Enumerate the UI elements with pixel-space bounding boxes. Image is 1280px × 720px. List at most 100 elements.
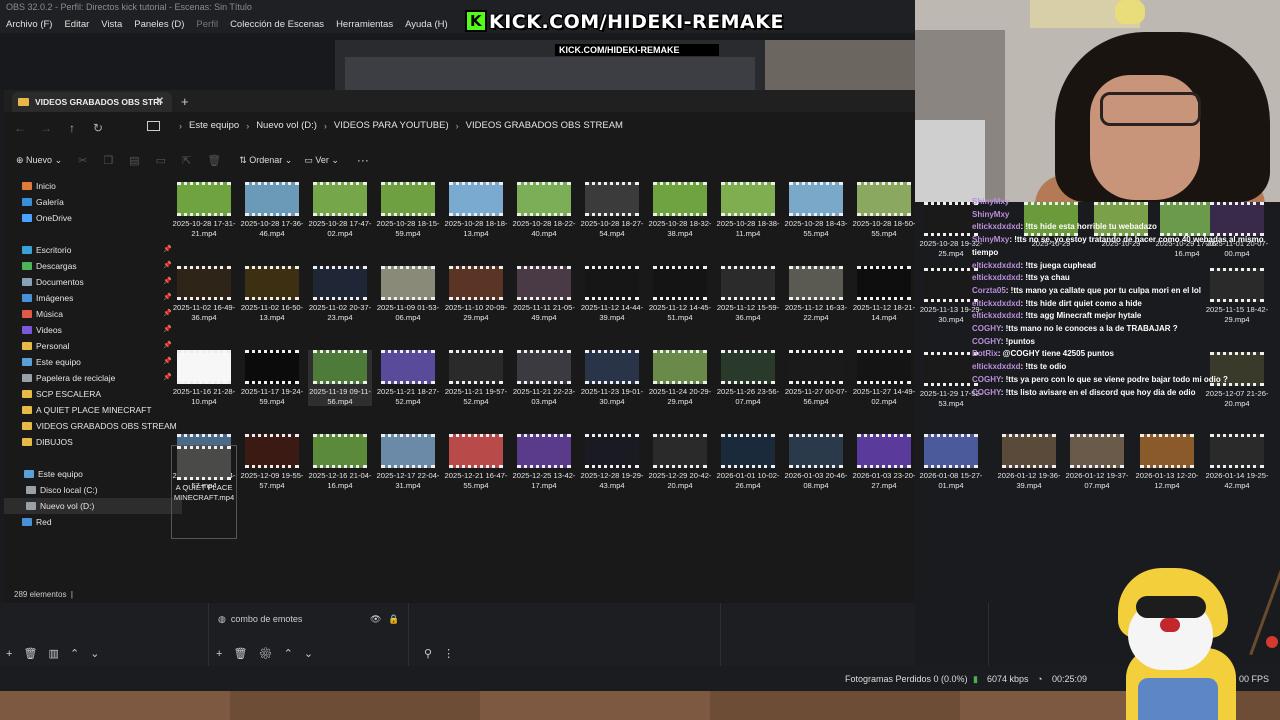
video-file[interactable]: 2025-11-12 14-45-51.mp4 <box>648 266 712 322</box>
video-file[interactable]: A QUIET PLACE MINECRAFT.mp4 <box>171 445 237 539</box>
menu-ayuda[interactable]: Ayuda (H) <box>405 19 448 30</box>
video-file[interactable]: 2025-11-09 01-53-06.mp4 <box>376 266 440 322</box>
video-file[interactable]: 2026-01-13 12-20-12.mp4 <box>1135 434 1199 490</box>
menu-editar[interactable]: Editar <box>64 19 89 30</box>
sidebar-item[interactable]: A QUIET PLACE MINECRAFT <box>4 402 178 418</box>
sidebar-item[interactable]: Este equipo <box>4 466 180 482</box>
explorer-tab[interactable]: VIDEOS GRABADOS OBS STRI ✕ <box>12 92 172 112</box>
video-file[interactable]: 2025-11-26 23-56-07.mp4 <box>716 350 780 406</box>
video-file[interactable]: 2026-01-03 23-20-27.mp4 <box>852 434 916 490</box>
lock-icon[interactable]: 🔒 <box>388 614 399 625</box>
menu-perfil[interactable]: Perfil <box>196 19 218 30</box>
breadcrumb-current-folder[interactable]: VIDEOS GRABADOS OBS STREAM <box>466 120 623 131</box>
video-file[interactable]: 2025-12-16 21-04-16.mp4 <box>308 434 372 490</box>
add-icon[interactable]: + <box>6 648 12 660</box>
new-button[interactable]: ⊕ Nuevo ⌄ <box>16 155 62 166</box>
sidebar-item[interactable]: Red <box>4 514 178 530</box>
video-file[interactable]: 2025-11-21 22-23-03.mp4 <box>512 350 576 406</box>
trash-icon[interactable]: 🗑 <box>234 648 248 660</box>
video-file[interactable]: 2025-12-09 19-55-57.mp4 <box>240 434 304 490</box>
sidebar-item[interactable]: Galería <box>4 194 178 210</box>
video-file[interactable]: 2026-01-01 10-02-26.mp4 <box>716 434 780 490</box>
sidebar-item[interactable]: VIDEOS GRABADOS OBS STREAM <box>4 418 178 434</box>
video-file[interactable]: 2025-10-28 18-43-55.mp4 <box>784 182 848 238</box>
video-file[interactable]: 2025-11-12 15-59-36.mp4 <box>716 266 780 322</box>
delete-icon[interactable]: 🗑 <box>207 154 221 167</box>
sidebar-item[interactable]: Este equipo 📌 <box>4 354 178 370</box>
video-file[interactable]: 2025-10-28 18-38-11.mp4 <box>716 182 780 238</box>
video-file[interactable]: 2025-10-28 18-18-13.mp4 <box>444 182 508 238</box>
source-item[interactable]: ◍ combo de emotes 👁 🔒 <box>218 614 399 625</box>
refresh-icon[interactable]: ↻ <box>88 121 108 135</box>
sidebar-item[interactable]: Disco local (C:) <box>4 482 182 498</box>
view-button[interactable]: ▭ Ver ⌄ <box>304 155 339 166</box>
arrow-up-icon[interactable]: ⌃ <box>284 648 293 660</box>
menu-coleccion-escenas[interactable]: Colección de Escenas <box>230 19 324 30</box>
video-file[interactable]: 2025-10-28 18-22-40.mp4 <box>512 182 576 238</box>
back-arrow-icon[interactable]: ← <box>10 121 30 135</box>
video-file[interactable]: 2025-11-21 18-27-52.mp4 <box>376 350 440 406</box>
video-file[interactable]: 2025-10-28 18-32-38.mp4 <box>648 182 712 238</box>
video-file[interactable]: 2025-11-02 20-37-23.mp4 <box>308 266 372 322</box>
arrow-down-icon[interactable]: ⌄ <box>304 648 313 660</box>
video-file[interactable]: 2025-10-28 17-31-21.mp4 <box>172 182 236 238</box>
add-icon[interactable]: + <box>216 648 222 660</box>
share-icon[interactable]: ⇱ <box>182 154 191 167</box>
video-file[interactable]: 2025-11-02 16-50-13.mp4 <box>240 266 304 322</box>
eye-icon[interactable]: 👁 <box>370 614 381 625</box>
sidebar-item[interactable]: Documentos 📌 <box>4 274 178 290</box>
video-file[interactable]: 2025-12-28 19-29-43.mp4 <box>580 434 644 490</box>
video-file[interactable]: 2026-01-14 19-25-42.mp4 <box>1205 434 1269 490</box>
video-file[interactable]: 2026-01-12 19-37-07.mp4 <box>1065 434 1129 490</box>
trash-icon[interactable]: 🗑 <box>24 648 38 660</box>
close-icon[interactable]: ✕ <box>156 96 164 107</box>
sidebar-item[interactable]: Papelera de reciclaje 📌 <box>4 370 178 386</box>
video-file[interactable]: 2025-11-02 16-49-36.mp4 <box>172 266 236 322</box>
video-file[interactable]: 2025-11-16 21-28-10.mp4 <box>172 350 236 406</box>
sidebar-item[interactable]: Descargas 📌 <box>4 258 178 274</box>
video-file[interactable]: 2025-12-21 16-47-55.mp4 <box>444 434 508 490</box>
sidebar-item[interactable]: SCP ESCALERA <box>4 386 178 402</box>
new-tab-button[interactable]: + <box>181 94 189 109</box>
sidebar-item[interactable]: Escritorio 📌 <box>4 242 178 258</box>
video-file[interactable]: 2025-12-29 20-42-20.mp4 <box>648 434 712 490</box>
video-file[interactable]: 2025-10-28 18-15-59.mp4 <box>376 182 440 238</box>
video-file[interactable]: 2025-11-23 19-01-30.mp4 <box>580 350 644 406</box>
rename-icon[interactable]: ▭ <box>156 154 166 167</box>
menu-paneles[interactable]: Paneles (D) <box>134 19 184 30</box>
more-options-button[interactable]: ··· <box>357 153 369 167</box>
breadcrumb-videos-youtube[interactable]: VIDEOS PARA YOUTUBE) <box>334 120 449 131</box>
sort-button[interactable]: ⇅ Ordenar ⌄ <box>239 155 292 166</box>
video-file[interactable]: 2025-11-11 21-05-49.mp4 <box>512 266 576 322</box>
menu-vista[interactable]: Vista <box>101 19 122 30</box>
video-file[interactable]: 2026-01-03 20-46-08.mp4 <box>784 434 848 490</box>
copy-icon[interactable]: ❐ <box>103 154 113 167</box>
video-file[interactable]: 2025-10-28 18-50-55.mp4 <box>852 182 916 238</box>
video-file[interactable]: 2025-10-28 18-27-54.mp4 <box>580 182 644 238</box>
menu-archivo[interactable]: Archivo (F) <box>6 19 52 30</box>
video-file[interactable]: 2025-12-25 13-42-17.mp4 <box>512 434 576 490</box>
up-arrow-icon[interactable]: ↑ <box>62 121 82 135</box>
breadcrumb-nuevo-vol[interactable]: Nuevo vol (D:) <box>256 120 317 131</box>
breadcrumb-este-equipo[interactable]: Este equipo <box>189 120 239 131</box>
paste-icon[interactable]: ▤ <box>129 154 139 167</box>
sidebar-item[interactable]: Personal 📌 <box>4 338 178 354</box>
video-file[interactable]: 2025-11-12 18-21-14.mp4 <box>852 266 916 322</box>
video-file[interactable]: 2026-01-08 15-27-01.mp4 <box>919 434 983 490</box>
cut-icon[interactable]: ✂ <box>78 154 87 167</box>
video-file[interactable]: 2025-10-28 17-47-02.mp4 <box>308 182 372 238</box>
video-file[interactable]: 2025-11-27 00-07-56.mp4 <box>784 350 848 406</box>
filter-icon[interactable]: ▥ <box>49 648 59 660</box>
sidebar-item[interactable]: Nuevo vol (D:) <box>4 498 182 514</box>
arrow-up-icon[interactable]: ⌃ <box>70 648 79 660</box>
video-file[interactable]: 2025-11-27 14-49-02.mp4 <box>852 350 916 406</box>
video-file[interactable]: 2025-11-17 19-24-59.mp4 <box>240 350 304 406</box>
sidebar-item[interactable]: DIBUJOS <box>4 434 178 450</box>
video-file[interactable]: 2025-11-21 19-57-52.mp4 <box>444 350 508 406</box>
sidebar-item[interactable]: Música 📌 <box>4 306 178 322</box>
video-file[interactable]: 2025-11-19 09-11-56.mp4 <box>308 350 372 406</box>
video-file[interactable]: 2025-11-24 20-29-29.mp4 <box>648 350 712 406</box>
gear-icon[interactable]: ⚙ <box>259 648 273 660</box>
video-file[interactable]: 2026-01-12 19-36-39.mp4 <box>997 434 1061 490</box>
arrow-down-icon[interactable]: ⌄ <box>90 648 99 660</box>
